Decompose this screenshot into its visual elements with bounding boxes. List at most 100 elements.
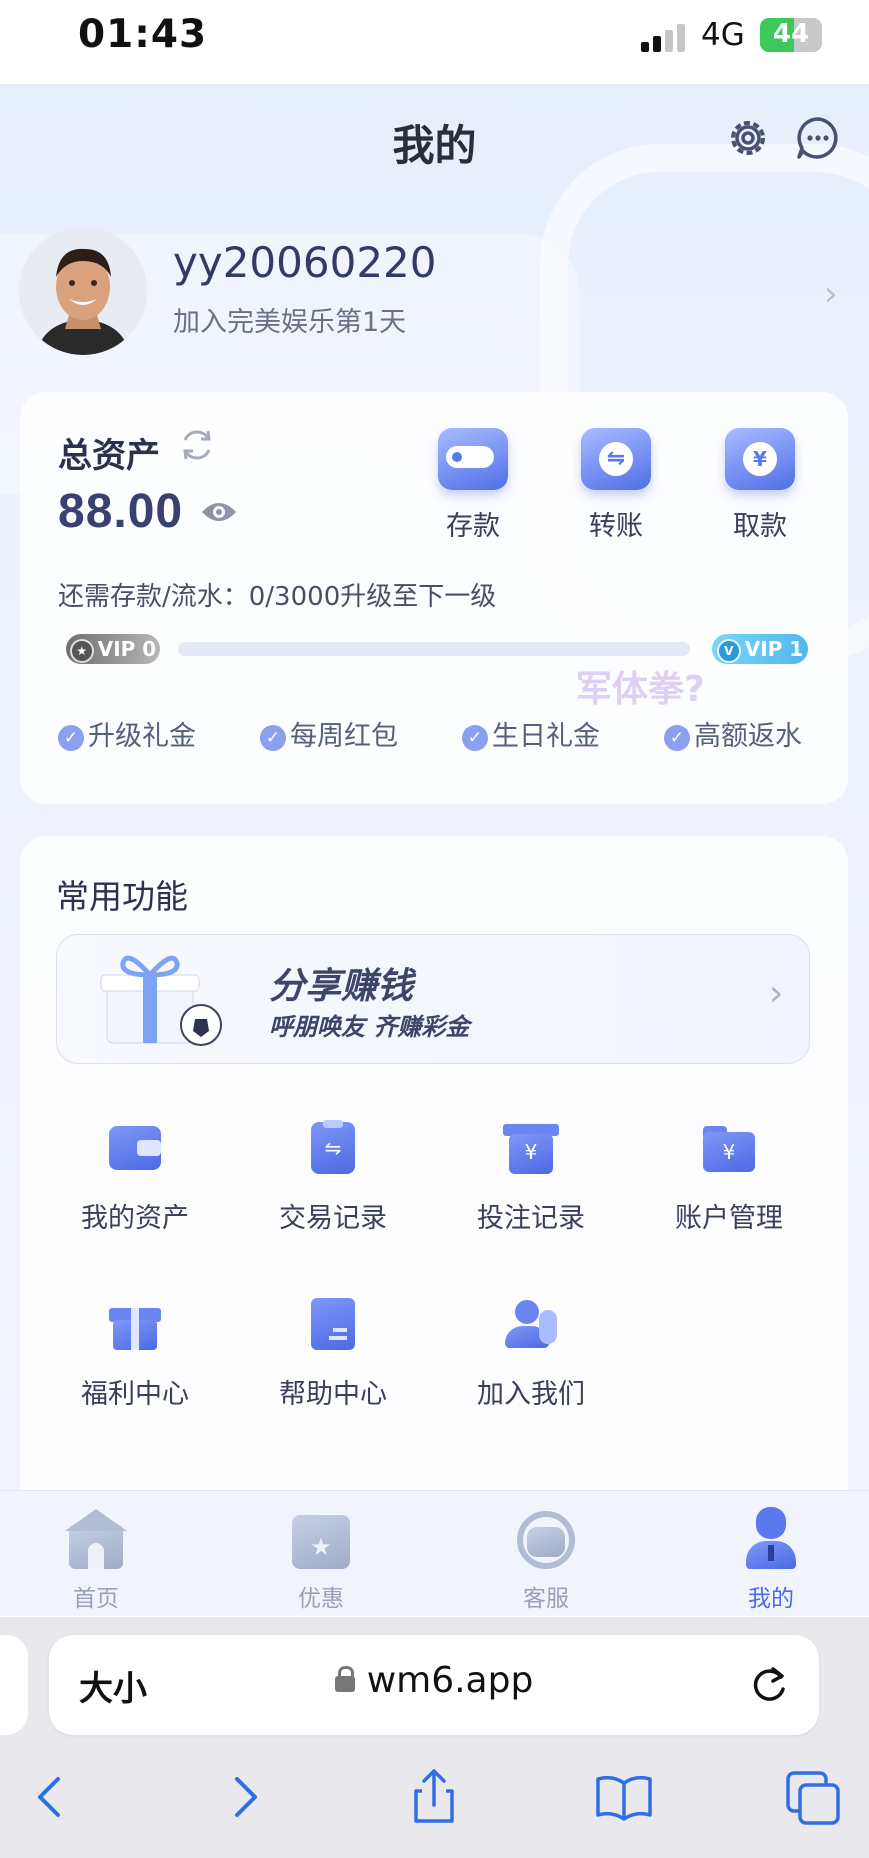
perk-item: ✓ 高额返水 bbox=[664, 714, 802, 753]
welfare-center-button[interactable]: 福利中心 bbox=[60, 1296, 210, 1411]
username[interactable]: yy20060220 bbox=[173, 238, 436, 287]
browser-toolbar: 大小 wm6.app bbox=[0, 1617, 869, 1858]
perk-item: ✓ 升级礼金 bbox=[58, 714, 196, 753]
tab-label: 我的 bbox=[748, 1586, 794, 1612]
clipboard-icon: ⇋ bbox=[305, 1120, 361, 1176]
chevron-right-icon: › bbox=[769, 973, 784, 1014]
previous-tab-edge[interactable] bbox=[0, 1635, 28, 1735]
battery-icon: 44 bbox=[760, 18, 822, 52]
my-assets-button[interactable]: 我的资产 bbox=[60, 1120, 210, 1235]
vip-progress-bar bbox=[178, 642, 690, 656]
wallet-icon bbox=[107, 1120, 163, 1176]
check-icon: ✓ bbox=[462, 725, 488, 751]
bet-records-button[interactable]: ¥ 投注记录 bbox=[456, 1120, 606, 1235]
home-icon bbox=[61, 1505, 131, 1571]
bookmarks-icon[interactable] bbox=[594, 1767, 654, 1827]
total-balance: 88.00 bbox=[58, 485, 184, 538]
address-bar[interactable]: 大小 wm6.app bbox=[49, 1635, 819, 1735]
perk-label: 生日礼金 bbox=[492, 721, 600, 752]
join-us-button[interactable]: 加入我们 bbox=[456, 1296, 606, 1411]
v-icon: V bbox=[716, 639, 741, 663]
function-label: 账户管理 bbox=[675, 1203, 783, 1234]
deposit-button[interactable]: 存款 bbox=[423, 428, 523, 543]
tab-label: 首页 bbox=[73, 1586, 119, 1612]
perk-item: ✓ 每周红包 bbox=[260, 714, 398, 753]
function-label: 交易记录 bbox=[279, 1203, 387, 1234]
transfer-label: 转账 bbox=[589, 511, 643, 542]
gift-box-icon bbox=[100, 955, 222, 1046]
back-icon[interactable] bbox=[20, 1767, 80, 1827]
function-label: 帮助中心 bbox=[279, 1379, 387, 1410]
function-label: 加入我们 bbox=[477, 1379, 585, 1410]
account-management-button[interactable]: ¥ 账户管理 bbox=[654, 1120, 804, 1235]
check-icon: ✓ bbox=[58, 725, 84, 751]
function-label: 我的资产 bbox=[81, 1203, 189, 1234]
share-earn-banner[interactable]: 分享赚钱 呼朋唤友 齐赚彩金 › bbox=[56, 934, 810, 1064]
check-icon: ✓ bbox=[664, 725, 690, 751]
function-label: 投注记录 bbox=[477, 1203, 585, 1234]
check-icon: ✓ bbox=[260, 725, 286, 751]
gear-icon[interactable] bbox=[724, 114, 772, 162]
app-screen: 我的 yy20060220 加入完美娱乐第1天 › 总资产 88.00 存款 ⇋… bbox=[0, 84, 869, 1616]
chevron-right-icon[interactable]: › bbox=[824, 274, 838, 314]
gift-icon bbox=[107, 1296, 163, 1352]
member-since: 加入完美娱乐第1天 bbox=[173, 307, 407, 338]
ticket-icon: ★ bbox=[286, 1505, 356, 1571]
assets-card: 总资产 88.00 存款 ⇋ 转账 ¥ 取款 还需存款/流水：0/3000升级至… bbox=[20, 392, 848, 804]
wallet-icon bbox=[438, 428, 508, 490]
assets-label: 总资产 bbox=[58, 436, 160, 476]
battery-level: 44 bbox=[772, 19, 810, 49]
tab-label: 客服 bbox=[523, 1586, 569, 1612]
eye-icon[interactable] bbox=[200, 498, 238, 526]
tab-label: 优惠 bbox=[298, 1586, 344, 1612]
chat-icon[interactable] bbox=[794, 114, 842, 162]
watermark-text: 军体拳? bbox=[576, 669, 705, 710]
withdraw-button[interactable]: ¥ 取款 bbox=[710, 428, 810, 543]
book-icon bbox=[305, 1296, 361, 1352]
tab-promotions[interactable]: ★ 优惠 bbox=[261, 1505, 381, 1613]
functions-card: 常用功能 分享赚钱 呼朋唤友 齐赚彩金 › 我的资产 ⇋ 交易记录 ¥ 投注记录… bbox=[20, 836, 848, 1596]
function-label: 福利中心 bbox=[81, 1379, 189, 1410]
withdraw-label: 取款 bbox=[733, 511, 787, 542]
tab-home[interactable]: 首页 bbox=[36, 1505, 156, 1613]
status-time: 01:43 bbox=[78, 12, 208, 57]
vip-progress-text: 还需存款/流水：0/3000升级至下一级 bbox=[58, 582, 497, 612]
tab-customer-service[interactable]: 客服 bbox=[486, 1505, 606, 1613]
users-icon bbox=[503, 1296, 559, 1352]
perk-label: 高额返水 bbox=[694, 721, 802, 752]
share-icon[interactable] bbox=[404, 1767, 464, 1827]
help-center-button[interactable]: 帮助中心 bbox=[258, 1296, 408, 1411]
withdraw-icon: ¥ bbox=[725, 428, 795, 490]
headset-icon bbox=[511, 1505, 581, 1571]
url-label: wm6.app bbox=[366, 1660, 534, 1701]
refresh-icon[interactable] bbox=[178, 426, 216, 464]
forward-icon[interactable] bbox=[215, 1767, 275, 1827]
tabs-icon[interactable] bbox=[784, 1767, 844, 1827]
lock-icon bbox=[334, 1666, 355, 1692]
vip-next-label: VIP 1 bbox=[744, 637, 804, 661]
star-icon: ★ bbox=[69, 639, 94, 663]
reload-icon[interactable] bbox=[747, 1663, 791, 1707]
user-icon bbox=[736, 1505, 806, 1571]
banner-subtitle: 呼朋唤友 齐赚彩金 bbox=[269, 1013, 470, 1041]
vip-next-badge: V VIP 1 bbox=[712, 634, 808, 664]
banner-title: 分享赚钱 bbox=[269, 966, 414, 1007]
perk-label: 升级礼金 bbox=[88, 721, 196, 752]
folder-icon: ¥ bbox=[701, 1120, 757, 1176]
signal-icon bbox=[641, 24, 689, 52]
transfer-icon: ⇋ bbox=[581, 428, 651, 490]
deposit-label: 存款 bbox=[446, 511, 500, 542]
functions-title: 常用功能 bbox=[56, 877, 188, 916]
avatar[interactable] bbox=[19, 227, 147, 355]
transaction-records-button[interactable]: ⇋ 交易记录 bbox=[258, 1120, 408, 1235]
bottom-tab-bar: 首页 ★ 优惠 客服 我的 bbox=[0, 1490, 869, 1616]
tab-mine[interactable]: 我的 bbox=[711, 1505, 831, 1613]
url-text[interactable]: wm6.app bbox=[49, 1660, 819, 1701]
bet-record-icon: ¥ bbox=[503, 1120, 559, 1176]
vip-current-label: VIP 0 bbox=[97, 637, 157, 661]
transfer-button[interactable]: ⇋ 转账 bbox=[566, 428, 666, 543]
perk-label: 每周红包 bbox=[290, 721, 398, 752]
status-bar: 01:43 4G 44 bbox=[0, 0, 869, 84]
perk-item: ✓ 生日礼金 bbox=[462, 714, 600, 753]
network-label: 4G bbox=[701, 17, 745, 53]
